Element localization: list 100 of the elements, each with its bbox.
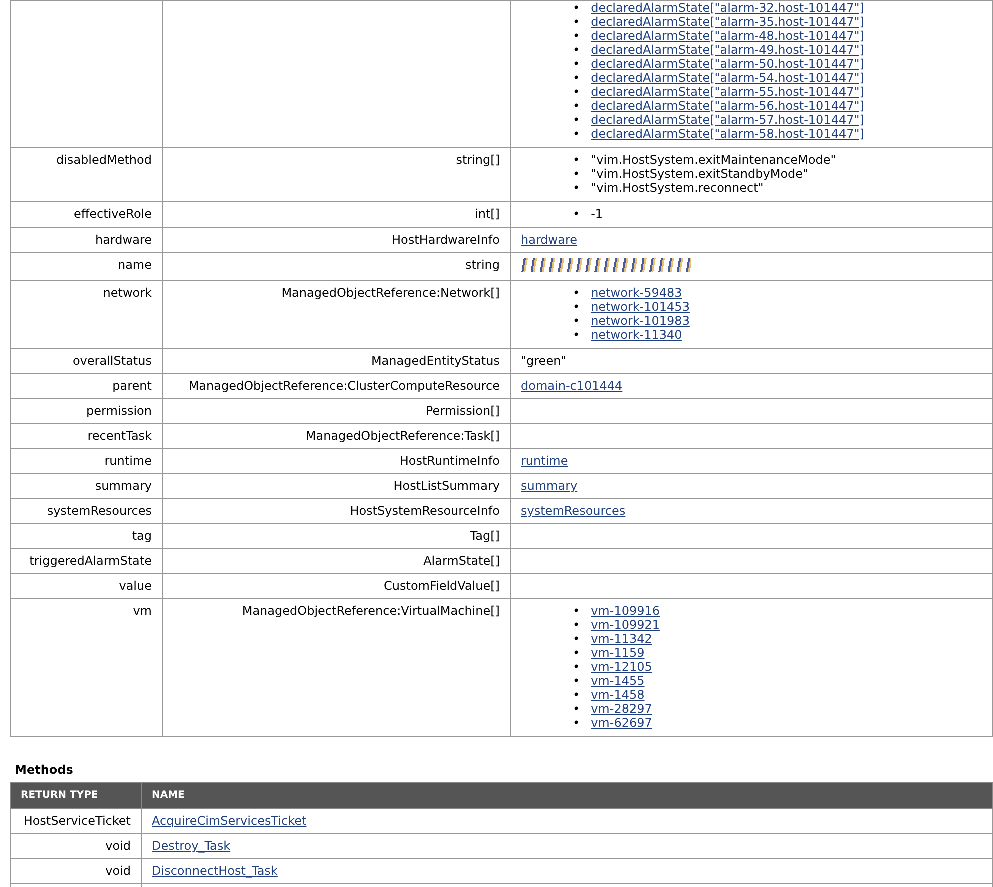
type-cell: string[] xyxy=(162,148,510,202)
link[interactable]: hardware xyxy=(521,233,578,247)
type-cell: HostSystemResourceInfo xyxy=(162,498,510,524)
link[interactable]: summary xyxy=(521,479,578,493)
type-cell: ManagedObjectReference:ClusterComputeResource xyxy=(162,374,510,398)
property-name-cell: recentTask xyxy=(10,424,162,448)
link[interactable]: runtime xyxy=(521,454,568,468)
bullet: • xyxy=(573,618,580,632)
link[interactable]: DisconnectHost_Task xyxy=(152,864,278,878)
link[interactable]: declaredAlarmState["alarm-56.host-101447"] xyxy=(591,99,864,113)
return-type-cell: HostServiceTicket xyxy=(10,808,142,834)
link[interactable]: vm-1458 xyxy=(591,688,645,702)
link[interactable]: network-101983 xyxy=(591,314,690,328)
link[interactable]: vm-109916 xyxy=(591,604,660,618)
link[interactable]: network-101453 xyxy=(591,300,690,314)
property-name-cell: name xyxy=(10,252,162,280)
bullet: • xyxy=(573,153,580,167)
property-name-cell: disabledMethod xyxy=(10,148,162,202)
bullet: • xyxy=(573,286,580,300)
link[interactable]: network-59483 xyxy=(591,286,682,300)
section-heading: Methods xyxy=(15,763,74,778)
link[interactable]: vm-62697 xyxy=(591,716,652,730)
bullet: • xyxy=(573,57,580,71)
property-name-cell: parent xyxy=(10,374,162,398)
bullet: • xyxy=(573,29,580,43)
type-cell: CustomFieldValue[] xyxy=(162,574,510,598)
property-name-cell: systemResources xyxy=(10,498,162,524)
bullet: • xyxy=(573,207,580,221)
bullet: • xyxy=(573,660,580,674)
bullet: • xyxy=(573,688,580,702)
value-text: "vim.HostSystem.exitStandbyMode" xyxy=(591,167,809,181)
link[interactable]: vm-1455 xyxy=(591,674,645,688)
type-cell: Permission[] xyxy=(162,398,510,424)
link[interactable]: declaredAlarmState["alarm-58.host-101447"] xyxy=(591,127,864,141)
bullet: • xyxy=(573,127,580,141)
bullet: • xyxy=(573,99,580,113)
bullet: • xyxy=(573,632,580,646)
type-cell: HostHardwareInfo xyxy=(162,228,510,252)
property-name-cell: permission xyxy=(10,398,162,424)
bullet: • xyxy=(573,604,580,618)
return-type-cell: void xyxy=(10,858,142,884)
link[interactable]: domain-c101444 xyxy=(521,379,623,393)
link[interactable]: AcquireCimServicesTicket xyxy=(152,814,307,828)
bullet: • xyxy=(573,113,580,127)
bullet: • xyxy=(573,167,580,181)
type-cell: Tag[] xyxy=(162,524,510,548)
bullet: • xyxy=(573,181,580,195)
property-name-cell: network xyxy=(10,280,162,348)
type-cell: AlarmState[] xyxy=(162,548,510,574)
link[interactable]: declaredAlarmState["alarm-57.host-101447"] xyxy=(591,113,864,127)
property-name-cell: effectiveRole xyxy=(10,202,162,228)
type-cell: ManagedEntityStatus xyxy=(162,348,510,374)
property-name-cell: runtime xyxy=(10,448,162,474)
bullet: • xyxy=(573,328,580,342)
link[interactable]: vm-11342 xyxy=(591,632,652,646)
column-header: NAME xyxy=(142,782,992,809)
bullet: • xyxy=(573,314,580,328)
type-cell: ManagedObjectReference:Network[] xyxy=(162,280,510,348)
value-text: "vim.HostSystem.reconnect" xyxy=(591,181,764,195)
bullet: • xyxy=(573,1,580,15)
value-text: "vim.HostSystem.exitMaintenanceMode" xyxy=(591,153,836,167)
link[interactable]: declaredAlarmState["alarm-50.host-101447"] xyxy=(591,57,864,71)
bullet: • xyxy=(573,702,580,716)
link[interactable]: Destroy_Task xyxy=(152,839,231,854)
bullet: • xyxy=(573,646,580,660)
link[interactable]: vm-12105 xyxy=(591,660,652,674)
property-name-cell: vm xyxy=(10,598,162,736)
bullet: • xyxy=(573,85,580,99)
bullet: • xyxy=(573,43,580,57)
type-cell: ManagedObjectReference:VirtualMachine[] xyxy=(162,598,510,736)
value-text: -1 xyxy=(591,207,604,221)
type-cell: HostRuntimeInfo xyxy=(162,448,510,474)
type-cell: string xyxy=(162,252,510,280)
link[interactable]: vm-1159 xyxy=(591,646,645,660)
column-header: RETURN TYPE xyxy=(10,782,142,809)
type-cell: int[] xyxy=(162,202,510,228)
type-cell: ManagedObjectReference:Task[] xyxy=(162,424,510,448)
return-type-cell: void xyxy=(10,834,142,859)
bullet: • xyxy=(573,716,580,730)
link[interactable]: declaredAlarmState["alarm-49.host-101447"] xyxy=(591,43,864,57)
property-name-cell: tag xyxy=(10,524,162,548)
link[interactable]: declaredAlarmState["alarm-48.host-101447"] xyxy=(591,29,864,43)
bullet: • xyxy=(573,71,580,85)
link[interactable]: network-11340 xyxy=(591,328,682,342)
link[interactable]: systemResources xyxy=(521,504,626,518)
link[interactable]: declaredAlarmState["alarm-35.host-101447"] xyxy=(591,15,864,29)
property-name-cell: summary xyxy=(10,474,162,498)
link[interactable]: vm-28297 xyxy=(591,702,652,716)
property-name-cell: hardware xyxy=(10,228,162,252)
type-cell: HostListSummary xyxy=(162,474,510,498)
bullet: • xyxy=(573,15,580,29)
bullet: • xyxy=(573,300,580,314)
bullet: • xyxy=(573,674,580,688)
property-name-cell: overallStatus xyxy=(10,348,162,374)
link[interactable]: vm-109921 xyxy=(591,618,660,632)
property-name-cell: triggeredAlarmState xyxy=(10,548,162,574)
link[interactable]: declaredAlarmState["alarm-55.host-101447"] xyxy=(591,85,864,99)
link[interactable]: declaredAlarmState["alarm-32.host-101447"] xyxy=(591,1,864,15)
link[interactable]: declaredAlarmState["alarm-54.host-101447"] xyxy=(591,71,864,85)
value-text: "green" xyxy=(521,354,567,368)
